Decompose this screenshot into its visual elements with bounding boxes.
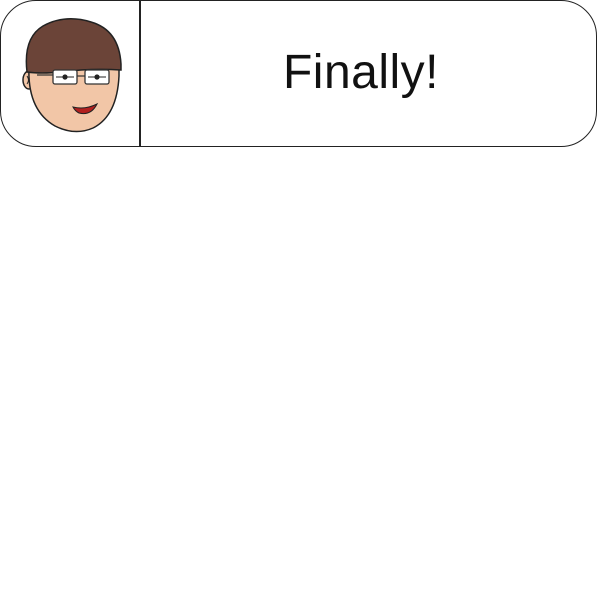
speaker-portrait — [1, 1, 139, 146]
dialog-text: Finally! — [282, 46, 440, 99]
speech-area: Finally! — [141, 1, 581, 146]
dialog-box[interactable]: Finally! — [0, 0, 597, 147]
character-face-icon — [22, 18, 122, 133]
